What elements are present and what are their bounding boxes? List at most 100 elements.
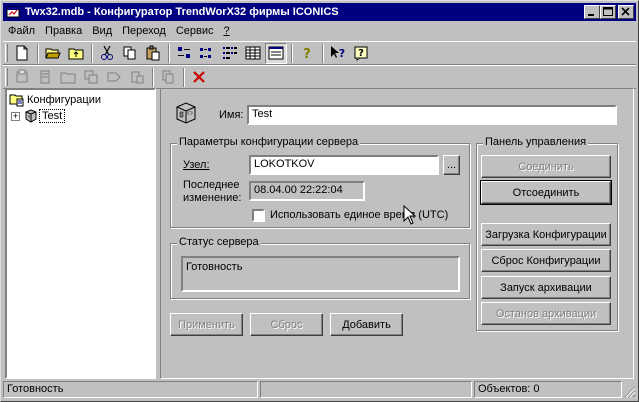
details-view-button[interactable] — [242, 43, 264, 64]
form-view-button[interactable] — [265, 42, 287, 64]
disconnect-button[interactable]: Отсоединить — [480, 180, 612, 205]
about-button[interactable]: ? — [350, 43, 372, 64]
status-bar: Готовность Объектов: 0 — [3, 381, 636, 400]
close-button[interactable] — [618, 5, 634, 19]
toolbar-main: ? ? ? — [3, 41, 636, 65]
node-input[interactable]: LOKOTKOV — [249, 155, 439, 175]
toolbar-separator — [322, 43, 324, 63]
tree-expander[interactable]: + — [11, 111, 20, 121]
last-change-label-line1: Последнее — [183, 179, 240, 191]
context-help-icon: ? — [331, 46, 345, 60]
form-view-icon — [268, 46, 284, 60]
group-icon — [84, 70, 98, 84]
folder-icon — [60, 72, 76, 84]
question-mark-icon: ? — [303, 47, 311, 61]
item-icon — [131, 71, 144, 84]
open-folder-icon — [45, 48, 61, 59]
menu-edit[interactable]: Правка — [40, 25, 87, 37]
apply-button[interactable]: Применить — [170, 313, 243, 336]
toolbar-separator — [91, 43, 93, 63]
server-params-group-title: Параметры конфигурации сервера — [177, 136, 361, 148]
svg-text:?: ? — [303, 47, 311, 61]
menu-file-label: Файл — [8, 25, 36, 37]
configurations-root-icon — [9, 94, 24, 107]
new-folder-button[interactable] — [57, 67, 79, 88]
context-help-button[interactable]: ? — [327, 43, 349, 64]
large-icons-button[interactable] — [173, 43, 195, 64]
help-button[interactable]: ? — [296, 43, 318, 64]
tree-node-root[interactable]: Конфигурации — [9, 92, 103, 108]
new-config-icon — [16, 69, 28, 83]
properties-panel: Имя: Test Параметры конфигурации сервера… — [160, 88, 634, 379]
minimize-icon — [588, 14, 594, 16]
toolbar-grip[interactable] — [5, 44, 8, 62]
tag-icon — [107, 72, 121, 82]
toolbar-separator — [37, 43, 39, 63]
new-config-button[interactable] — [11, 67, 33, 88]
copy-button[interactable] — [119, 43, 141, 64]
delete-icon — [193, 71, 205, 83]
new-item-button[interactable] — [126, 67, 148, 88]
paste-icon — [146, 45, 160, 61]
minimize-button[interactable] — [584, 5, 600, 19]
menu-view[interactable]: Вид — [87, 25, 117, 37]
server-config-icon — [25, 109, 37, 123]
last-change-field: 08.04.00 22:22:04 — [249, 181, 365, 201]
stop-archive-button[interactable]: Останов архивации — [481, 302, 611, 325]
resize-grip-icon[interactable] — [624, 386, 636, 398]
small-icons-button[interactable] — [196, 43, 218, 64]
name-input[interactable]: Test — [247, 105, 617, 125]
new-server-button[interactable] — [34, 67, 56, 88]
up-folder-icon — [68, 48, 84, 60]
new-group-button[interactable] — [80, 67, 102, 88]
main-window: Twx32.mdb - Конфигуратор TrendWorX32 фир… — [0, 0, 639, 402]
reset-button[interactable]: Сброс — [250, 313, 323, 336]
server-status-group-title: Статус сервера — [177, 236, 261, 248]
name-label: Имя: — [219, 109, 244, 121]
app-icon — [5, 5, 21, 19]
toolbar-objects — [3, 65, 636, 89]
menu-help[interactable]: ? — [219, 25, 235, 37]
cut-button[interactable] — [96, 43, 118, 64]
maximize-button[interactable] — [600, 5, 616, 19]
menu-help-label: ? — [223, 25, 230, 37]
title-bar[interactable]: Twx32.mdb - Конфигуратор TrendWorX32 фир… — [3, 3, 636, 21]
duplicate-button[interactable] — [157, 67, 179, 88]
paste-button[interactable] — [142, 43, 164, 64]
status-middle — [260, 381, 472, 398]
reset-config-button[interactable]: Сброс Конфигурации — [481, 249, 611, 272]
browse-node-button[interactable]: ... — [443, 155, 460, 175]
menu-file[interactable]: Файл — [3, 25, 40, 37]
add-button[interactable]: Добавить — [330, 313, 403, 336]
start-archive-button[interactable]: Запуск архивации — [481, 276, 611, 299]
copy-icon — [123, 46, 136, 60]
new-tag-button[interactable] — [103, 67, 125, 88]
tree-node-test[interactable]: + Test — [11, 108, 66, 124]
toolbar-separator — [152, 67, 154, 87]
connect-button[interactable]: Соединить — [481, 155, 611, 178]
utc-label[interactable]: Использовать единое время (UTC) — [270, 209, 448, 221]
up-folder-button[interactable] — [65, 43, 87, 64]
open-button[interactable] — [42, 43, 64, 64]
maximize-icon — [603, 7, 613, 16]
about-icon: ? — [354, 46, 368, 61]
duplicate-icon — [162, 70, 174, 84]
new-button[interactable] — [11, 43, 33, 64]
cut-icon — [101, 45, 113, 60]
delete-button[interactable] — [188, 67, 210, 88]
load-config-button[interactable]: Загрузка Конфигурации — [481, 223, 611, 246]
window-title: Twx32.mdb - Конфигуратор TrendWorX32 фир… — [25, 6, 339, 18]
toolbar-separator — [168, 43, 170, 63]
menu-tools[interactable]: Сервис — [171, 25, 219, 37]
toolbar-separator — [291, 43, 293, 63]
list-view-button[interactable] — [219, 43, 241, 64]
menu-edit-label: Правка — [45, 25, 83, 37]
menu-go[interactable]: Переход — [117, 25, 171, 37]
menu-bar: Файл Правка Вид Переход Сервис ? — [3, 22, 636, 40]
menu-tools-label: Сервис — [175, 25, 214, 37]
list-icon — [223, 47, 237, 59]
utc-checkbox[interactable] — [252, 209, 265, 222]
configuration-tree[interactable]: Конфигурации + Test — [5, 88, 156, 379]
toolbar-grip[interactable] — [5, 68, 8, 86]
mouse-cursor-icon — [403, 205, 417, 225]
